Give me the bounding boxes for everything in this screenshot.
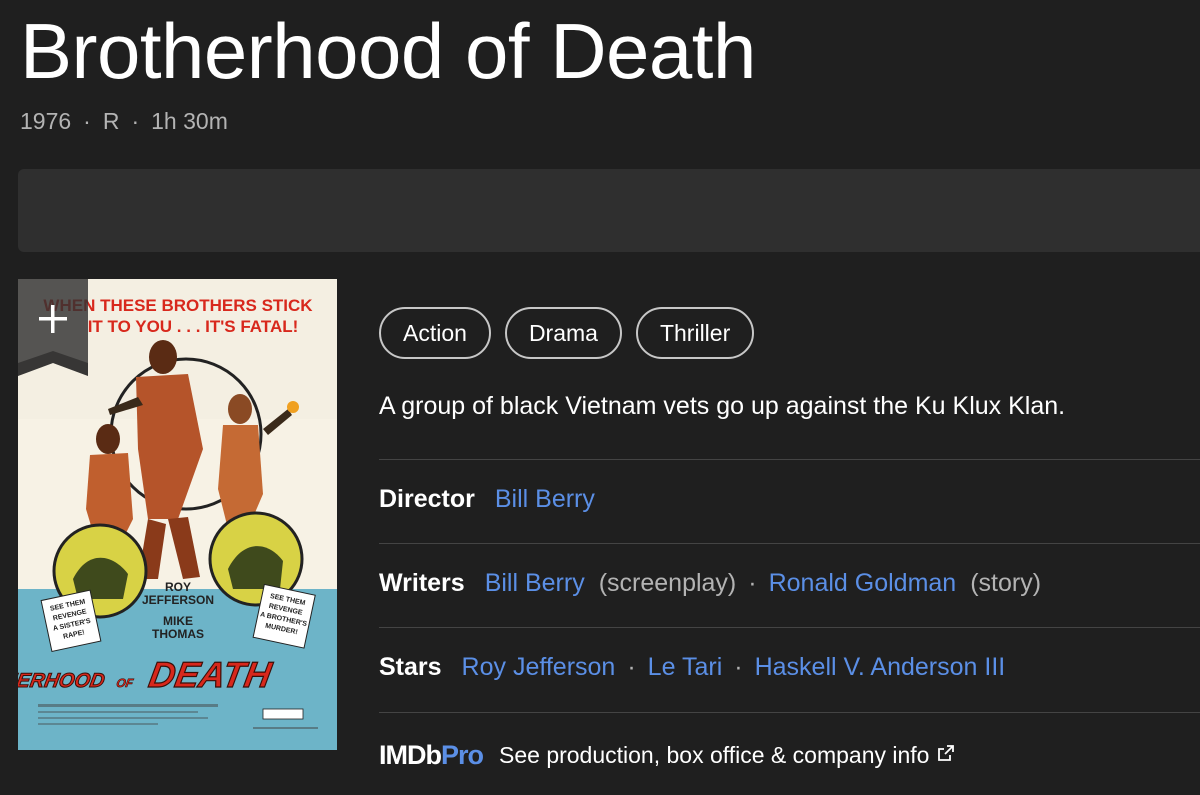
writer-role: (screenplay): [598, 569, 737, 597]
poster-cast-4: THOMAS: [152, 627, 204, 641]
media-bar: [18, 169, 1200, 252]
writer-link[interactable]: Ronald Goldman: [769, 569, 957, 598]
imdbpro-row[interactable]: IMDbPro See production, box office & com…: [379, 740, 955, 771]
external-link-icon: [937, 744, 955, 767]
poster-cast-2: JEFFERSON: [142, 593, 214, 607]
release-year[interactable]: 1976: [20, 108, 71, 134]
genre-chips: Action Drama Thriller: [379, 307, 755, 359]
add-to-watchlist-button[interactable]: [18, 279, 88, 376]
genre-chip-action[interactable]: Action: [379, 307, 491, 359]
writers-row: Writers Bill Berry (screenplay) · Ronald…: [379, 569, 1041, 598]
poster-cast-3: MIKE: [163, 614, 193, 628]
divider: [379, 459, 1200, 460]
plot-summary: A group of black Vietnam vets go up agai…: [379, 392, 1066, 420]
content-rating[interactable]: R: [103, 108, 120, 134]
writer-link[interactable]: Bill Berry: [485, 569, 585, 598]
poster-logo-mid: OF: [115, 676, 135, 690]
separator-dot: ·: [748, 569, 757, 597]
poster-cast-1: ROY: [165, 580, 191, 594]
runtime: 1h 30m: [151, 108, 228, 134]
star-link[interactable]: Roy Jefferson: [462, 653, 616, 682]
divider: [379, 712, 1200, 713]
director-link[interactable]: Bill Berry: [495, 485, 595, 514]
star-link[interactable]: Haskell V. Anderson III: [755, 653, 1006, 682]
stars-label[interactable]: Stars: [379, 653, 442, 682]
writers-label[interactable]: Writers: [379, 569, 465, 598]
page-title: Brotherhood of Death: [20, 7, 756, 95]
genre-chip-drama[interactable]: Drama: [504, 307, 622, 359]
poster-logo-left: BROTHERHOOD: [18, 670, 106, 692]
separator-dot: ·: [627, 653, 636, 681]
poster-logo-right: DEATH: [146, 654, 275, 695]
writer-role: (story): [970, 569, 1042, 597]
genre-chip-thriller[interactable]: Thriller: [635, 307, 755, 359]
separator-dot: ·: [734, 653, 743, 681]
star-link[interactable]: Le Tari: [648, 653, 723, 682]
poster-tagline-2: IT TO YOU . . . IT'S FATAL!: [88, 317, 299, 336]
divider: [379, 543, 1200, 544]
director-label[interactable]: Director: [379, 485, 475, 514]
divider: [379, 627, 1200, 628]
imdbpro-logo[interactable]: IMDbPro: [379, 740, 484, 771]
stars-row: Stars Roy Jefferson · Le Tari · Haskell …: [379, 653, 1005, 682]
title-meta: 1976 · R · 1h 30m: [20, 108, 228, 134]
director-row: Director Bill Berry: [379, 485, 595, 514]
imdbpro-link[interactable]: See production, box office & company inf…: [499, 742, 929, 769]
